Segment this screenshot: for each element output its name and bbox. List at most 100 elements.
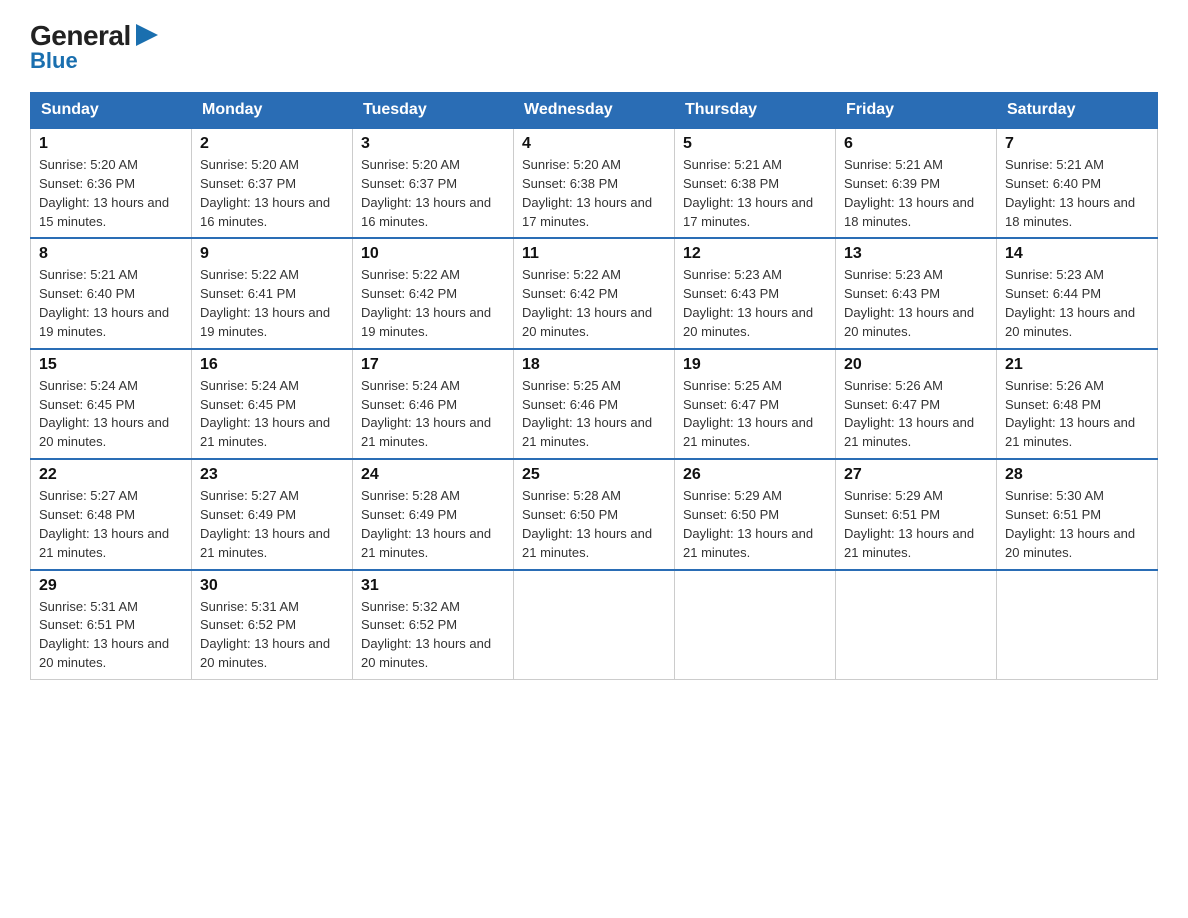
logo: General Blue	[30, 20, 158, 74]
calendar-cell: 6 Sunrise: 5:21 AMSunset: 6:39 PMDaylight…	[836, 128, 997, 238]
calendar-cell: 4 Sunrise: 5:20 AMSunset: 6:38 PMDaylight…	[514, 128, 675, 238]
day-number: 27	[844, 466, 988, 484]
calendar-cell: 28 Sunrise: 5:30 AMSunset: 6:51 PMDayligh…	[997, 459, 1158, 569]
day-number: 17	[361, 356, 505, 374]
calendar-cell	[836, 570, 997, 680]
day-number: 31	[361, 577, 505, 595]
calendar-week-row: 8Sunrise: 5:21 AMSunset: 6:40 PMDaylight…	[31, 238, 1158, 348]
day-info: Sunrise: 5:25 AMSunset: 6:47 PMDaylight:…	[683, 377, 827, 452]
day-info: Sunrise: 5:22 AMSunset: 6:42 PMDaylight:…	[361, 266, 505, 341]
day-number: 15	[39, 356, 183, 374]
calendar-cell: 21 Sunrise: 5:26 AMSunset: 6:48 PMDayligh…	[997, 349, 1158, 459]
day-number: 13	[844, 245, 988, 263]
day-info: Sunrise: 5:21 AMSunset: 6:38 PMDaylight:…	[683, 156, 827, 231]
day-info: Sunrise: 5:26 AMSunset: 6:48 PMDaylight:…	[1005, 377, 1149, 452]
day-number: 18	[522, 356, 666, 374]
calendar-week-row: 1 Sunrise: 5:20 AMSunset: 6:36 PMDaylight…	[31, 128, 1158, 238]
calendar-cell: 8Sunrise: 5:21 AMSunset: 6:40 PMDaylight…	[31, 238, 192, 348]
calendar-cell: 25 Sunrise: 5:28 AMSunset: 6:50 PMDayligh…	[514, 459, 675, 569]
calendar-week-row: 15 Sunrise: 5:24 AMSunset: 6:45 PMDayligh…	[31, 349, 1158, 459]
day-number: 2	[200, 135, 344, 153]
weekday-header-sunday: Sunday	[31, 93, 192, 129]
calendar-cell	[675, 570, 836, 680]
day-number: 25	[522, 466, 666, 484]
weekday-header-wednesday: Wednesday	[514, 93, 675, 129]
day-info: Sunrise: 5:20 AMSunset: 6:37 PMDaylight:…	[200, 156, 344, 231]
header: General Blue	[30, 20, 1158, 74]
calendar-cell: 3Sunrise: 5:20 AMSunset: 6:37 PMDaylight…	[353, 128, 514, 238]
day-number: 21	[1005, 356, 1149, 374]
day-number: 16	[200, 356, 344, 374]
calendar-cell: 26Sunrise: 5:29 AMSunset: 6:50 PMDayligh…	[675, 459, 836, 569]
day-number: 5	[683, 135, 827, 153]
day-info: Sunrise: 5:23 AMSunset: 6:44 PMDaylight:…	[1005, 266, 1149, 341]
calendar-cell: 19 Sunrise: 5:25 AMSunset: 6:47 PMDayligh…	[675, 349, 836, 459]
day-number: 28	[1005, 466, 1149, 484]
day-info: Sunrise: 5:23 AMSunset: 6:43 PMDaylight:…	[844, 266, 988, 341]
day-number: 1	[39, 135, 183, 153]
day-number: 4	[522, 135, 666, 153]
day-number: 9	[200, 245, 344, 263]
day-info: Sunrise: 5:21 AMSunset: 6:39 PMDaylight:…	[844, 156, 988, 231]
calendar-cell: 9 Sunrise: 5:22 AMSunset: 6:41 PMDaylight…	[192, 238, 353, 348]
day-number: 7	[1005, 135, 1149, 153]
calendar-cell: 29 Sunrise: 5:31 AMSunset: 6:51 PMDayligh…	[31, 570, 192, 680]
day-info: Sunrise: 5:27 AMSunset: 6:49 PMDaylight:…	[200, 487, 344, 562]
day-info: Sunrise: 5:20 AMSunset: 6:37 PMDaylight:…	[361, 156, 505, 231]
calendar-cell: 2 Sunrise: 5:20 AMSunset: 6:37 PMDaylight…	[192, 128, 353, 238]
calendar-cell: 15Sunrise: 5:24 AMSunset: 6:45 PMDayligh…	[31, 349, 192, 459]
day-info: Sunrise: 5:30 AMSunset: 6:51 PMDaylight:…	[1005, 487, 1149, 562]
calendar-cell: 31 Sunrise: 5:32 AMSunset: 6:52 PMDayligh…	[353, 570, 514, 680]
day-info: Sunrise: 5:27 AMSunset: 6:48 PMDaylight:…	[39, 487, 183, 562]
day-number: 12	[683, 245, 827, 263]
day-info: Sunrise: 5:21 AMSunset: 6:40 PMDaylight:…	[1005, 156, 1149, 231]
day-number: 8	[39, 245, 183, 263]
weekday-header-saturday: Saturday	[997, 93, 1158, 129]
day-number: 22	[39, 466, 183, 484]
day-info: Sunrise: 5:24 AMSunset: 6:46 PMDaylight:…	[361, 377, 505, 452]
weekday-header-monday: Monday	[192, 93, 353, 129]
day-info: Sunrise: 5:22 AMSunset: 6:41 PMDaylight:…	[200, 266, 344, 341]
day-info: Sunrise: 5:22 AMSunset: 6:42 PMDaylight:…	[522, 266, 666, 341]
calendar-cell	[997, 570, 1158, 680]
calendar-cell: 16 Sunrise: 5:24 AMSunset: 6:45 PMDayligh…	[192, 349, 353, 459]
calendar-cell: 7 Sunrise: 5:21 AMSunset: 6:40 PMDaylight…	[997, 128, 1158, 238]
day-number: 14	[1005, 245, 1149, 263]
day-info: Sunrise: 5:20 AMSunset: 6:38 PMDaylight:…	[522, 156, 666, 231]
calendar-cell: 12 Sunrise: 5:23 AMSunset: 6:43 PMDayligh…	[675, 238, 836, 348]
day-number: 30	[200, 577, 344, 595]
logo-triangle-icon	[136, 24, 158, 46]
calendar-cell: 11 Sunrise: 5:22 AMSunset: 6:42 PMDayligh…	[514, 238, 675, 348]
weekday-header-row: SundayMondayTuesdayWednesdayThursdayFrid…	[31, 93, 1158, 129]
day-info: Sunrise: 5:29 AMSunset: 6:51 PMDaylight:…	[844, 487, 988, 562]
calendar-table: SundayMondayTuesdayWednesdayThursdayFrid…	[30, 92, 1158, 680]
day-info: Sunrise: 5:25 AMSunset: 6:46 PMDaylight:…	[522, 377, 666, 452]
day-info: Sunrise: 5:31 AMSunset: 6:51 PMDaylight:…	[39, 598, 183, 673]
calendar-cell: 10 Sunrise: 5:22 AMSunset: 6:42 PMDayligh…	[353, 238, 514, 348]
day-info: Sunrise: 5:23 AMSunset: 6:43 PMDaylight:…	[683, 266, 827, 341]
day-info: Sunrise: 5:32 AMSunset: 6:52 PMDaylight:…	[361, 598, 505, 673]
calendar-cell	[514, 570, 675, 680]
weekday-header-tuesday: Tuesday	[353, 93, 514, 129]
calendar-cell: 30 Sunrise: 5:31 AMSunset: 6:52 PMDayligh…	[192, 570, 353, 680]
calendar-cell: 22 Sunrise: 5:27 AMSunset: 6:48 PMDayligh…	[31, 459, 192, 569]
calendar-cell: 14 Sunrise: 5:23 AMSunset: 6:44 PMDayligh…	[997, 238, 1158, 348]
day-info: Sunrise: 5:20 AMSunset: 6:36 PMDaylight:…	[39, 156, 183, 231]
calendar-cell: 1 Sunrise: 5:20 AMSunset: 6:36 PMDaylight…	[31, 128, 192, 238]
calendar-week-row: 29 Sunrise: 5:31 AMSunset: 6:51 PMDayligh…	[31, 570, 1158, 680]
day-info: Sunrise: 5:28 AMSunset: 6:50 PMDaylight:…	[522, 487, 666, 562]
logo-blue-text: Blue	[30, 48, 78, 74]
day-number: 19	[683, 356, 827, 374]
weekday-header-thursday: Thursday	[675, 93, 836, 129]
calendar-cell: 27 Sunrise: 5:29 AMSunset: 6:51 PMDayligh…	[836, 459, 997, 569]
day-info: Sunrise: 5:31 AMSunset: 6:52 PMDaylight:…	[200, 598, 344, 673]
day-number: 6	[844, 135, 988, 153]
weekday-header-friday: Friday	[836, 93, 997, 129]
day-number: 10	[361, 245, 505, 263]
day-number: 29	[39, 577, 183, 595]
day-number: 11	[522, 245, 666, 263]
calendar-cell: 23Sunrise: 5:27 AMSunset: 6:49 PMDayligh…	[192, 459, 353, 569]
calendar-cell: 18 Sunrise: 5:25 AMSunset: 6:46 PMDayligh…	[514, 349, 675, 459]
calendar-cell: 13 Sunrise: 5:23 AMSunset: 6:43 PMDayligh…	[836, 238, 997, 348]
day-info: Sunrise: 5:24 AMSunset: 6:45 PMDaylight:…	[200, 377, 344, 452]
